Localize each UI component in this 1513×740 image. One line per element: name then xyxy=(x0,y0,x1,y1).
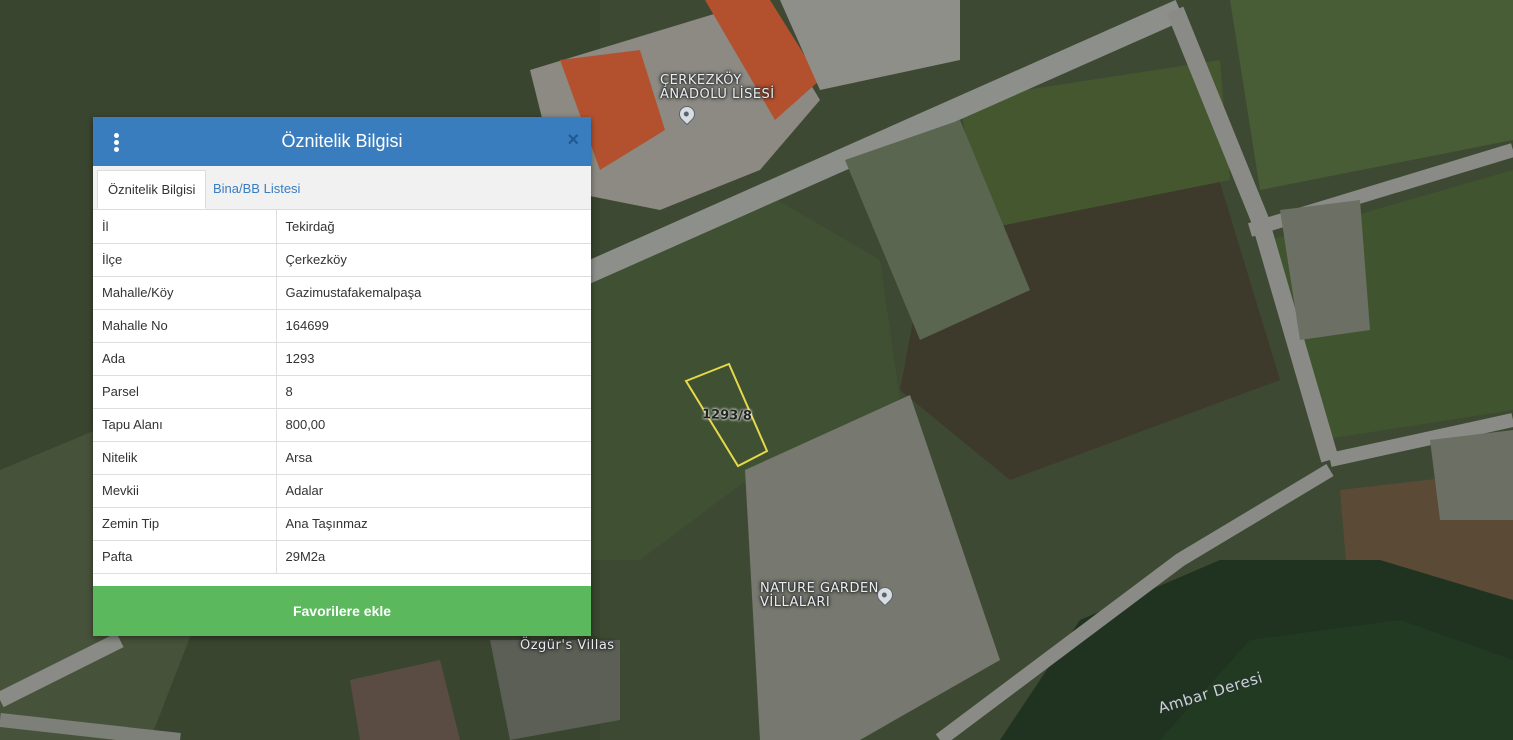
school-label-line2: ANADOLU LİSESİ xyxy=(660,87,775,102)
school-label: ÇERKEZKÖY ANADOLU LİSESİ xyxy=(660,74,775,102)
table-row: Ada 1293 xyxy=(93,342,591,376)
table-row: İl Tekirdağ xyxy=(93,210,591,244)
attribute-table: İl Tekirdağ İlçe Çerkezköy Mahalle/Köy Gazi… xyxy=(93,210,591,574)
table-row: Nitelik Arsa xyxy=(93,441,591,475)
row-value: Çerkezköy xyxy=(276,243,591,277)
tab-attribute-info[interactable]: Öznitelik Bilgisi xyxy=(97,170,207,209)
row-key: İlçe xyxy=(93,243,277,277)
tab-building-list[interactable]: Bina/BB Listesi xyxy=(203,170,310,209)
table-row: İlçe Çerkezköy xyxy=(93,243,591,277)
row-key: Mahalle/Köy xyxy=(93,276,277,310)
row-key: Ada xyxy=(93,342,277,376)
row-value: 1293 xyxy=(276,342,591,376)
row-value: 8 xyxy=(276,375,591,409)
row-key: Zemin Tip xyxy=(93,507,277,541)
school-label-line1: ÇERKEZKÖY xyxy=(660,73,742,88)
panel-header: Öznitelik Bilgisi × xyxy=(93,117,591,166)
row-value: Adalar xyxy=(276,474,591,508)
row-key: Pafta xyxy=(93,540,277,574)
garden-label-line1: NATURE GARDEN xyxy=(760,581,879,596)
attribute-panel: Öznitelik Bilgisi × Öznitelik Bilgisi Bi… xyxy=(93,117,591,636)
row-value: 800,00 xyxy=(276,408,591,442)
garden-label: NATURE GARDEN VİLLALARI xyxy=(760,582,879,610)
table-row: Mahalle No 164699 xyxy=(93,309,591,343)
parcel-label[interactable]: 1293/8 xyxy=(702,407,752,424)
row-value: Tekirdağ xyxy=(276,210,591,244)
close-icon[interactable]: × xyxy=(567,130,579,150)
table-row: Parsel 8 xyxy=(93,375,591,409)
row-value: 164699 xyxy=(276,309,591,343)
panel-title: Öznitelik Bilgisi xyxy=(281,131,403,151)
row-value: 29M2a xyxy=(276,540,591,574)
row-value: Ana Taşınmaz xyxy=(276,507,591,541)
row-value: Gazimustafakemalpaşa xyxy=(276,276,591,310)
row-key: Mevkii xyxy=(93,474,277,508)
row-key: Mahalle No xyxy=(93,309,277,343)
table-row: Mahalle/Köy Gazimustafakemalpaşa xyxy=(93,276,591,310)
garden-label-line2: VİLLALARI xyxy=(760,595,831,610)
row-key: Parsel xyxy=(93,375,277,409)
table-row: Mevkii Adalar xyxy=(93,474,591,508)
table-row: Pafta 29M2a xyxy=(93,540,591,574)
row-key: Nitelik xyxy=(93,441,277,475)
row-key: İl xyxy=(93,210,277,244)
table-row: Tapu Alanı 800,00 xyxy=(93,408,591,442)
row-key: Tapu Alanı xyxy=(93,408,277,442)
table-row: Zemin Tip Ana Taşınmaz xyxy=(93,507,591,541)
row-value: Arsa xyxy=(276,441,591,475)
villas-label: Özgür's Villas xyxy=(520,638,615,653)
add-to-favorites-button[interactable]: Favorilere ekle xyxy=(93,586,591,636)
panel-tabs: Öznitelik Bilgisi Bina/BB Listesi xyxy=(93,166,591,210)
